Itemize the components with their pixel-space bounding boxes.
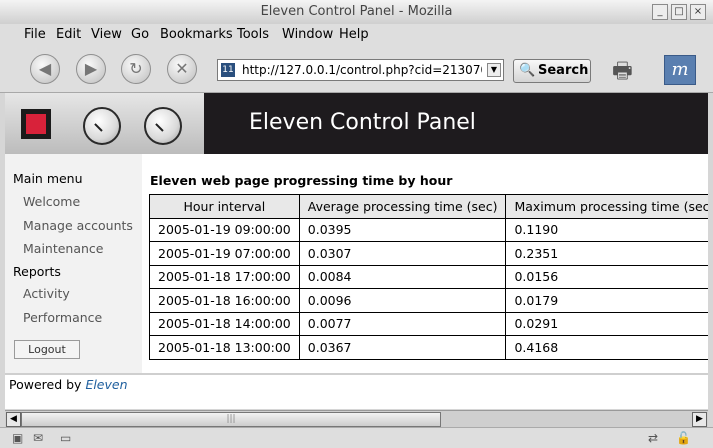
table-header-row: Hour interval Average processing time (s… xyxy=(149,194,708,219)
sidebar-item-activity[interactable]: Activity xyxy=(23,286,70,301)
column-header: Hour interval xyxy=(149,194,300,219)
footer: Powered by Eleven xyxy=(9,377,128,392)
table-cell: 0.0367 xyxy=(298,335,507,360)
table-cell: 2005-01-18 14:00:00 xyxy=(149,311,300,336)
table-cell: 0.0395 xyxy=(298,217,507,242)
composer-icon[interactable]: ▭ xyxy=(60,431,71,445)
column-header: Maximum processing time (sec) xyxy=(505,194,708,219)
indicator-light-icon xyxy=(21,109,51,139)
footer-divider xyxy=(5,373,708,375)
navigator-icon[interactable]: ▣ xyxy=(12,431,23,445)
sidebar: Main menu Welcome Manage accounts Mainte… xyxy=(5,154,142,373)
url-input[interactable]: 11 http://127.0.0.1/control.php?cid=2130… xyxy=(217,59,504,81)
menu-help[interactable]: Help xyxy=(339,27,369,42)
table-cell: 0.0084 xyxy=(298,264,507,289)
sidebar-item-welcome[interactable]: Welcome xyxy=(23,194,80,209)
forward-icon[interactable]: ▶ xyxy=(76,54,106,84)
table-row: 2005-01-19 07:00:00 0.0307 0.2351 xyxy=(149,241,708,266)
search-label: Search xyxy=(538,63,589,78)
sidebar-item-maintenance[interactable]: Maintenance xyxy=(23,241,104,256)
window-title: Eleven Control Panel - Mozilla xyxy=(260,4,453,19)
table-row: 2005-01-19 09:00:00 0.0395 0.1190 xyxy=(149,217,708,242)
connection-icon: ⇄ xyxy=(648,431,659,445)
url-text: http://127.0.0.1/control.php?cid=2130706… xyxy=(242,63,482,77)
menu-bookmarks[interactable]: Bookmarks xyxy=(160,27,233,42)
search-icon: 🔍 xyxy=(519,63,536,78)
banner: Eleven Control Panel xyxy=(5,93,708,154)
site-icon: 11 xyxy=(221,63,235,77)
banner-controls xyxy=(5,93,204,154)
table-cell: 0.2351 xyxy=(505,241,708,266)
menu-go[interactable]: Go xyxy=(131,27,149,42)
menu-view[interactable]: View xyxy=(91,27,122,42)
menu-edit[interactable]: Edit xyxy=(56,27,81,42)
scrollbar-thumb[interactable]: ||| xyxy=(21,412,441,427)
table-cell: 0.4168 xyxy=(505,335,708,360)
url-dropdown-icon[interactable]: ▼ xyxy=(487,63,501,77)
reload-icon[interactable]: ↻ xyxy=(121,54,151,84)
table-cell: 2005-01-19 07:00:00 xyxy=(149,241,300,266)
menu-file[interactable]: File xyxy=(24,27,46,42)
logout-button[interactable]: Logout xyxy=(14,340,80,359)
processing-time-table: Hour interval Average processing time (s… xyxy=(149,194,708,360)
horizontal-scrollbar[interactable]: ◀ ||| ▶ xyxy=(5,410,708,427)
table-cell: 2005-01-18 16:00:00 xyxy=(149,288,300,313)
table-cell: 0.1190 xyxy=(505,217,708,242)
table-row: 2005-01-18 14:00:00 0.0077 0.0291 xyxy=(149,311,708,336)
table-cell: 2005-01-19 09:00:00 xyxy=(149,217,300,242)
menubar: File Edit View Go Bookmarks Tools Window… xyxy=(0,24,713,46)
table-cell: 0.0179 xyxy=(505,288,708,313)
mozilla-logo-icon[interactable]: m xyxy=(664,55,696,85)
table-cell: 0.0291 xyxy=(505,311,708,336)
table-row: 2005-01-18 13:00:00 0.0367 0.4168 xyxy=(149,335,708,360)
footer-link-eleven[interactable]: Eleven xyxy=(85,377,127,392)
scroll-right-icon[interactable]: ▶ xyxy=(692,412,707,427)
footer-prefix: Powered by xyxy=(9,377,82,392)
back-icon[interactable]: ◀ xyxy=(30,54,60,84)
scroll-left-icon[interactable]: ◀ xyxy=(6,412,21,427)
close-window-button[interactable]: × xyxy=(690,4,706,20)
knob-icon xyxy=(83,107,121,145)
banner-title: Eleven Control Panel xyxy=(249,110,476,135)
print-icon[interactable]: 🖶 xyxy=(612,54,646,84)
maximize-button[interactable]: □ xyxy=(671,4,687,20)
sidebar-item-performance[interactable]: Performance xyxy=(23,310,102,325)
sidebar-heading-reports: Reports xyxy=(13,264,61,279)
table-cell: 0.0307 xyxy=(298,241,507,266)
navigation-toolbar: ◀ ▶ ↻ ✕ 11 http://127.0.0.1/control.php?… xyxy=(0,46,713,93)
stop-icon[interactable]: ✕ xyxy=(167,54,197,84)
mail-icon[interactable]: ✉ xyxy=(33,431,43,445)
table-cell: 0.0077 xyxy=(298,311,507,336)
window-titlebar: Eleven Control Panel - Mozilla _ □ × xyxy=(0,0,713,25)
minimize-button[interactable]: _ xyxy=(652,4,668,20)
table-cell: 0.0096 xyxy=(298,288,507,313)
security-lock-icon[interactable]: 🔓 xyxy=(676,431,691,445)
menu-window[interactable]: Window xyxy=(282,27,333,42)
report-heading: Eleven web page progressing time by hour xyxy=(150,173,453,188)
table-cell: 2005-01-18 17:00:00 xyxy=(149,264,300,289)
sidebar-heading-main-menu: Main menu xyxy=(13,171,83,186)
status-bar: ▣ ✉ ▭ ⇄ 🔓 xyxy=(0,427,713,448)
column-header: Average processing time (sec) xyxy=(298,194,507,219)
knob-icon xyxy=(144,107,182,145)
table-row: 2005-01-18 17:00:00 0.0084 0.0156 xyxy=(149,264,708,289)
menu-tools[interactable]: Tools xyxy=(237,27,269,42)
table-row: 2005-01-18 16:00:00 0.0096 0.0179 xyxy=(149,288,708,313)
page-content: Eleven Control Panel Main menu Welcome M… xyxy=(5,93,708,409)
search-button[interactable]: 🔍 Search xyxy=(513,59,591,83)
sidebar-item-manage-accounts[interactable]: Manage accounts xyxy=(23,218,133,233)
table-cell: 0.0156 xyxy=(505,264,708,289)
table-cell: 2005-01-18 13:00:00 xyxy=(149,335,300,360)
